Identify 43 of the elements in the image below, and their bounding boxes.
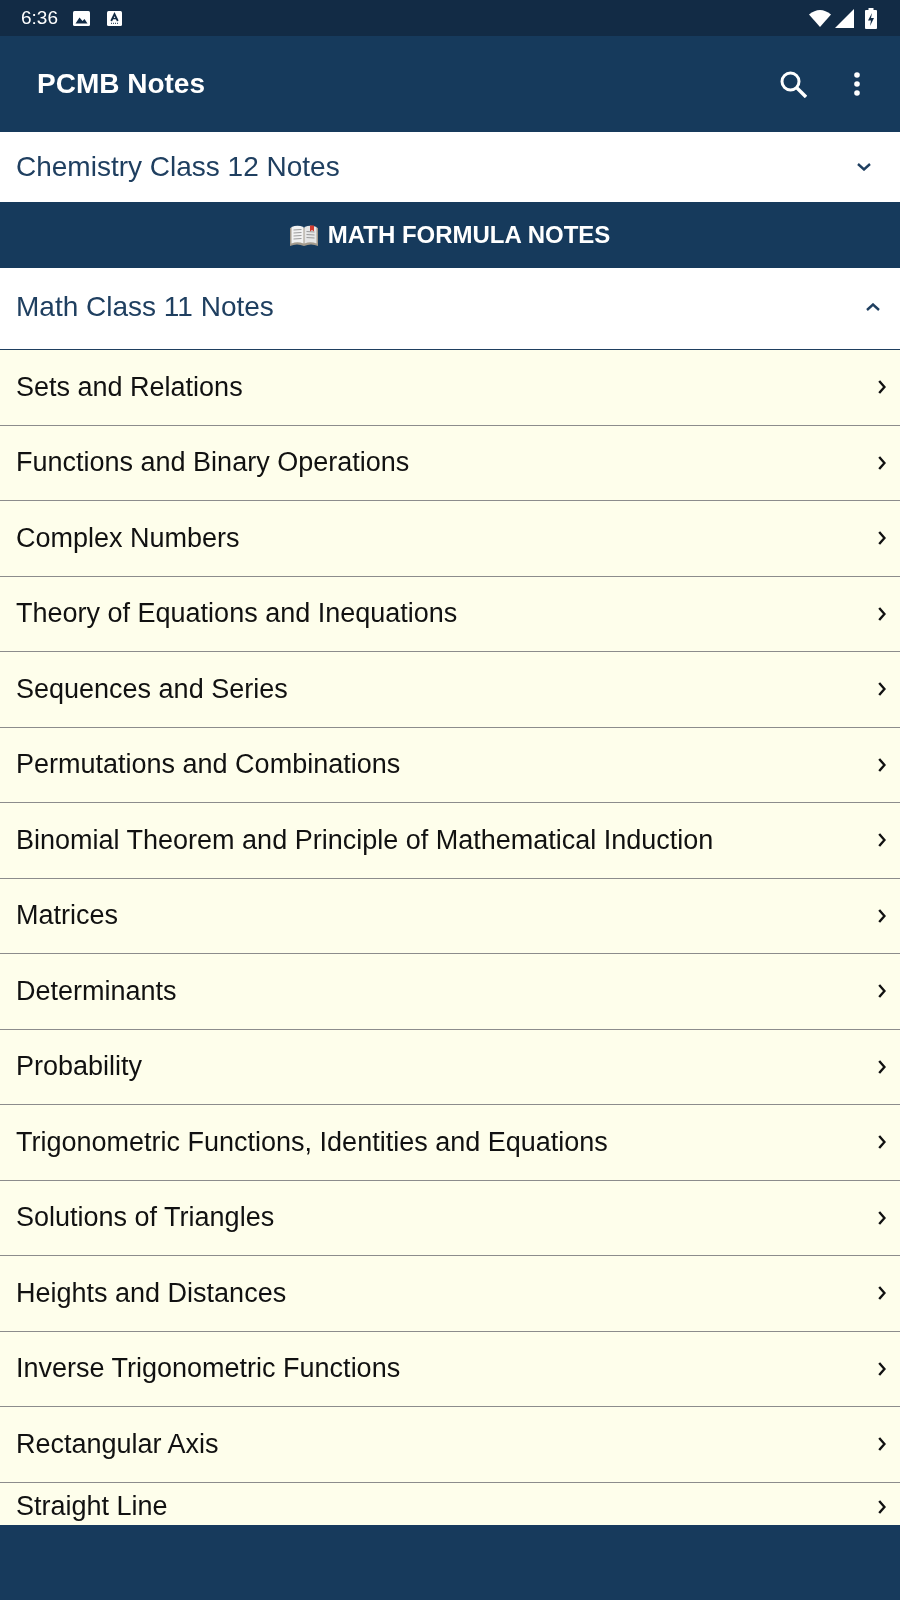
wifi-icon (809, 9, 831, 27)
chevron-right-icon (878, 1210, 886, 1225)
chevron-right-icon (878, 1499, 886, 1514)
image-icon (73, 10, 90, 26)
topic-item[interactable]: Sequences and Series (0, 652, 900, 728)
status-time: 6:36 (21, 7, 58, 29)
chevron-right-icon (878, 757, 886, 772)
app-notification-icon (107, 10, 122, 26)
app-title: PCMB Notes (37, 68, 206, 100)
topic-item[interactable]: Sets and Relations (0, 350, 900, 426)
chevron-right-icon (878, 833, 886, 848)
chevron-right-icon (878, 984, 886, 999)
chevron-right-icon (878, 606, 886, 621)
math-formula-banner[interactable]: MATH FORMULA NOTES (0, 202, 900, 268)
chevron-right-icon (878, 1286, 886, 1301)
battery-charging-icon (865, 7, 877, 29)
signal-icon (835, 8, 854, 28)
chevron-right-icon (878, 1361, 886, 1376)
open-book-icon (289, 224, 318, 246)
chevron-right-icon (878, 908, 886, 923)
topic-item[interactable]: Inverse Trigonometric Functions (0, 1331, 900, 1407)
chevron-right-icon (878, 455, 886, 470)
chevron-right-icon (878, 1437, 886, 1452)
topic-item[interactable]: Permutations and Combinations (0, 727, 900, 803)
topic-item[interactable]: Binomial Theorem and Principle of Mathematical Induction (0, 803, 900, 879)
topic-item[interactable]: Rectangular Axis (0, 1407, 900, 1483)
topic-item[interactable]: Complex Numbers (0, 501, 900, 577)
topic-item[interactable]: Functions and Binary Operations (0, 425, 900, 501)
chevron-right-icon (878, 1135, 886, 1150)
topic-item[interactable]: Matrices (0, 878, 900, 954)
topic-item[interactable]: Determinants (0, 954, 900, 1030)
topic-item[interactable]: Solutions of Triangles (0, 1180, 900, 1256)
chevron-right-icon (878, 380, 886, 395)
topic-item[interactable]: Heights and Distances (0, 1256, 900, 1332)
search-icon[interactable] (780, 70, 807, 98)
topic-item[interactable]: Trigonometric Functions, Identities and Equations (0, 1105, 900, 1181)
topic-item[interactable]: Straight Line (0, 1482, 900, 1525)
chevron-right-icon (878, 1059, 886, 1074)
chevron-right-icon (878, 531, 886, 546)
chevron-right-icon (878, 682, 886, 697)
more-options-icon[interactable] (854, 72, 860, 96)
topic-item[interactable]: Theory of Equations and Inequations (0, 576, 900, 652)
topic-item[interactable]: Probability (0, 1029, 900, 1105)
